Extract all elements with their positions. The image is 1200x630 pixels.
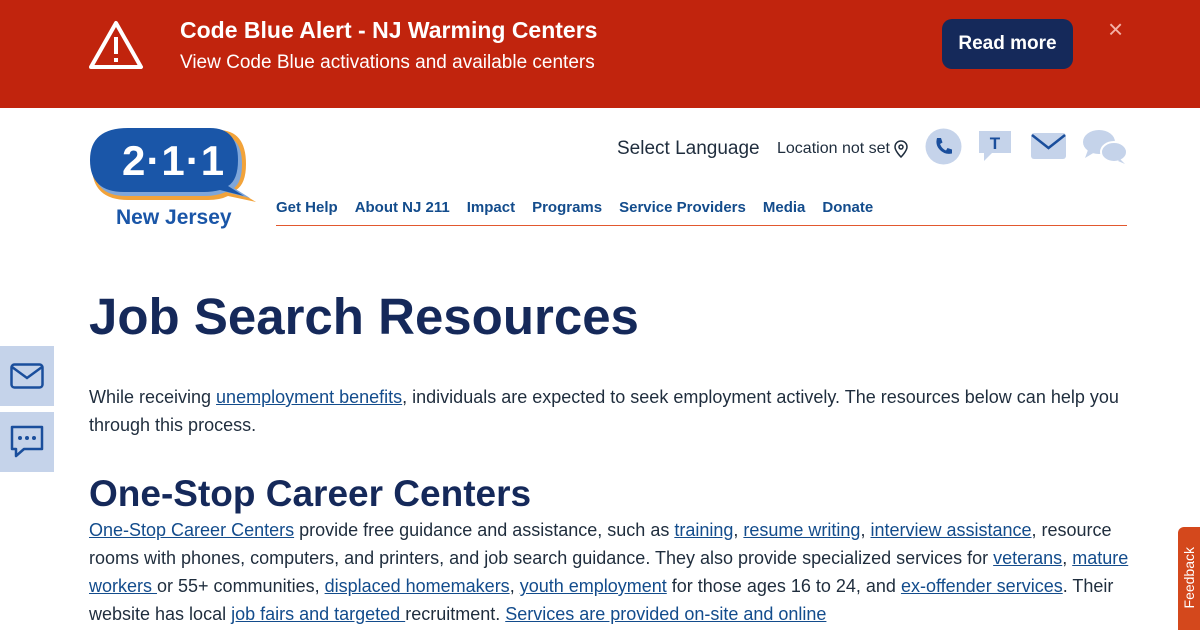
envelope-icon <box>10 363 44 389</box>
feedback-label: Feedback <box>1181 547 1197 609</box>
one-stop-career-centers-link[interactable]: One-Stop Career Centers <box>89 520 294 540</box>
warning-icon <box>89 21 143 69</box>
location-selector[interactable]: Location not set <box>777 140 908 158</box>
feedback-tab[interactable]: Feedback <box>1178 527 1200 630</box>
nav-service-providers[interactable]: Service Providers <box>619 199 746 225</box>
chat-icon[interactable] <box>1082 128 1128 166</box>
select-language-button[interactable]: Select Language <box>617 138 760 160</box>
ex-offender-services-link[interactable]: ex-offender services <box>901 576 1063 596</box>
map-pin-icon <box>894 140 908 158</box>
body-text-6: or 55+ communities, <box>157 576 325 596</box>
logo-number: 2·1·1 <box>122 137 226 184</box>
body-text-3: , <box>860 520 871 540</box>
body-text-1: provide free guidance and assistance, su… <box>294 520 675 540</box>
intro-text-1: While receiving <box>89 387 217 407</box>
nav-get-help[interactable]: Get Help <box>276 199 338 225</box>
nav-media[interactable]: Media <box>763 199 806 225</box>
resume-writing-link[interactable]: resume writing <box>743 520 860 540</box>
body-text-7: , <box>509 576 520 596</box>
body-text-2: , <box>733 520 744 540</box>
veterans-link[interactable]: veterans <box>993 548 1062 568</box>
nav-about-nj-211[interactable]: About NJ 211 <box>355 199 450 225</box>
job-fairs-link[interactable]: job fairs and targeted <box>231 604 405 624</box>
email-icon[interactable] <box>1030 132 1067 160</box>
career-centers-paragraph: One-Stop Career Centers provide free gui… <box>89 516 1129 628</box>
services-onsite-online-link[interactable]: Services are provided on-site and online <box>505 604 826 624</box>
youth-employment-link[interactable]: youth employment <box>520 576 667 596</box>
nav-impact[interactable]: Impact <box>467 199 515 225</box>
nav-donate[interactable]: Donate <box>822 199 873 225</box>
close-alert-button[interactable]: × <box>1108 16 1123 42</box>
alert-subtitle: View Code Blue activations and available… <box>180 52 595 73</box>
chat-bubble-icon <box>10 425 44 458</box>
code-blue-alert-banner: Code Blue Alert - NJ Warming Centers Vie… <box>0 0 1200 108</box>
page-title: Job Search Resources <box>89 288 639 345</box>
svg-text:T: T <box>990 134 1001 153</box>
logo-region: New Jersey <box>116 206 232 229</box>
location-label: Location not set <box>777 140 890 157</box>
section-title: One-Stop Career Centers <box>89 473 532 514</box>
body-text-5: , <box>1062 548 1073 568</box>
side-chat-button[interactable] <box>0 412 54 472</box>
nj211-logo[interactable]: 2·1·1 New Jersey <box>88 126 260 232</box>
side-email-button[interactable] <box>0 346 54 406</box>
read-more-button[interactable]: Read more <box>942 19 1073 69</box>
body-text-10: recruitment. <box>405 604 506 624</box>
body-text-8: for those ages 16 to 24, and <box>666 576 901 596</box>
unemployment-benefits-link[interactable]: unemployment benefits <box>216 387 402 407</box>
main-navigation: Get Help About NJ 211 Impact Programs Se… <box>276 199 1127 226</box>
nav-programs[interactable]: Programs <box>532 199 602 225</box>
phone-icon[interactable] <box>925 128 962 165</box>
displaced-homemakers-link[interactable]: displaced homemakers <box>325 576 510 596</box>
intro-paragraph: While receiving unemployment benefits, i… <box>89 383 1119 439</box>
training-link[interactable]: training <box>674 520 733 540</box>
alert-title: Code Blue Alert - NJ Warming Centers <box>180 17 598 43</box>
interview-assistance-link[interactable]: interview assistance <box>870 520 1031 540</box>
text-message-icon[interactable]: T <box>976 128 1014 164</box>
